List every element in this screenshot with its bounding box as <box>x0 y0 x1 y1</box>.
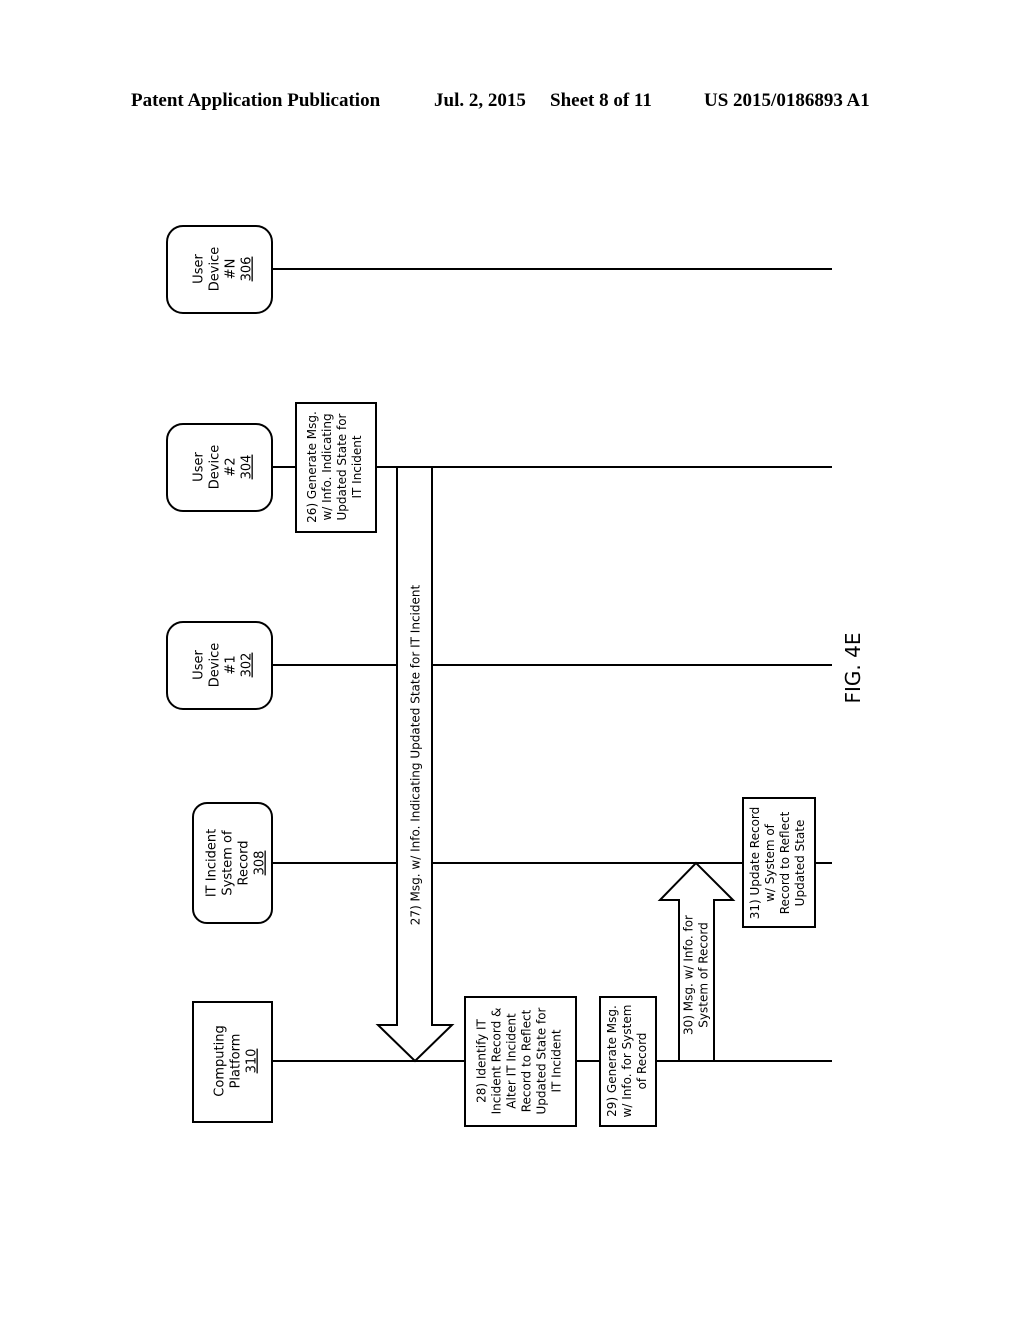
entity-line: User <box>192 650 207 680</box>
entity-line: #1 <box>224 655 239 674</box>
sequence-diagram: User Device #N 306 User Device #2 304 Us… <box>166 225 865 1127</box>
entity-ref: 304 <box>240 455 255 480</box>
step-line: Record to Reflect <box>778 811 792 914</box>
entity-line: Device <box>208 445 223 489</box>
figure-label: FIG. 4E <box>841 633 865 704</box>
step-line: Updated State for <box>535 1007 549 1114</box>
entity-line: System of <box>221 830 236 896</box>
step-line: Updated State <box>793 820 807 907</box>
step-line: 28) Identify IT <box>475 1018 489 1102</box>
step-line: IT Incident <box>350 435 364 498</box>
step-line: 26) Generate Msg. <box>305 411 319 523</box>
entity-line: Platform <box>229 1034 244 1089</box>
entity-ref: 308 <box>253 851 268 876</box>
entity-line: Computing <box>213 1025 228 1096</box>
step-line: Alter IT Incident <box>505 1013 519 1109</box>
step-30-label: 30) Msg. w/ Info. for System of Record <box>682 915 711 1035</box>
step-line: w/ Info. for System <box>620 1005 634 1118</box>
entity-ref: 302 <box>240 653 255 678</box>
entity-line: Device <box>208 643 223 687</box>
entity-line: IT Incident <box>205 829 220 897</box>
step-line: w/ Info. Indicating <box>320 413 334 520</box>
step-line: of Record <box>635 1033 649 1090</box>
step-line: 29) Generate Msg. <box>605 1005 619 1117</box>
step-line: 30) Msg. w/ Info. for <box>682 915 696 1035</box>
entity-ref: 306 <box>240 257 255 282</box>
step-line: 31) Update Record <box>748 807 762 920</box>
entity-line: #N <box>224 259 239 280</box>
step-line: 27) Msg. w/ Info. Indicating Updated Sta… <box>409 585 423 926</box>
entity-line: Record <box>237 841 252 886</box>
step-27-label: 27) Msg. w/ Info. Indicating Updated Sta… <box>409 585 423 926</box>
step-line: System of Record <box>697 922 711 1027</box>
figure-label-text: FIG. 4E <box>841 633 865 704</box>
entity-line: Device <box>208 247 223 291</box>
entity-line: #2 <box>224 457 239 476</box>
step-31-label: 31) Update Record w/ System of Record to… <box>748 807 807 920</box>
entity-ref: 310 <box>245 1049 260 1074</box>
step-line: Updated State for <box>335 413 349 520</box>
step-line: IT Incident <box>550 1029 564 1092</box>
entity-line: User <box>192 452 207 482</box>
entity-line: User <box>192 254 207 284</box>
step-line: Incident Record & <box>490 1008 504 1115</box>
step-line: w/ System of <box>763 823 777 902</box>
step-line: Record to Reflect <box>520 1009 534 1112</box>
